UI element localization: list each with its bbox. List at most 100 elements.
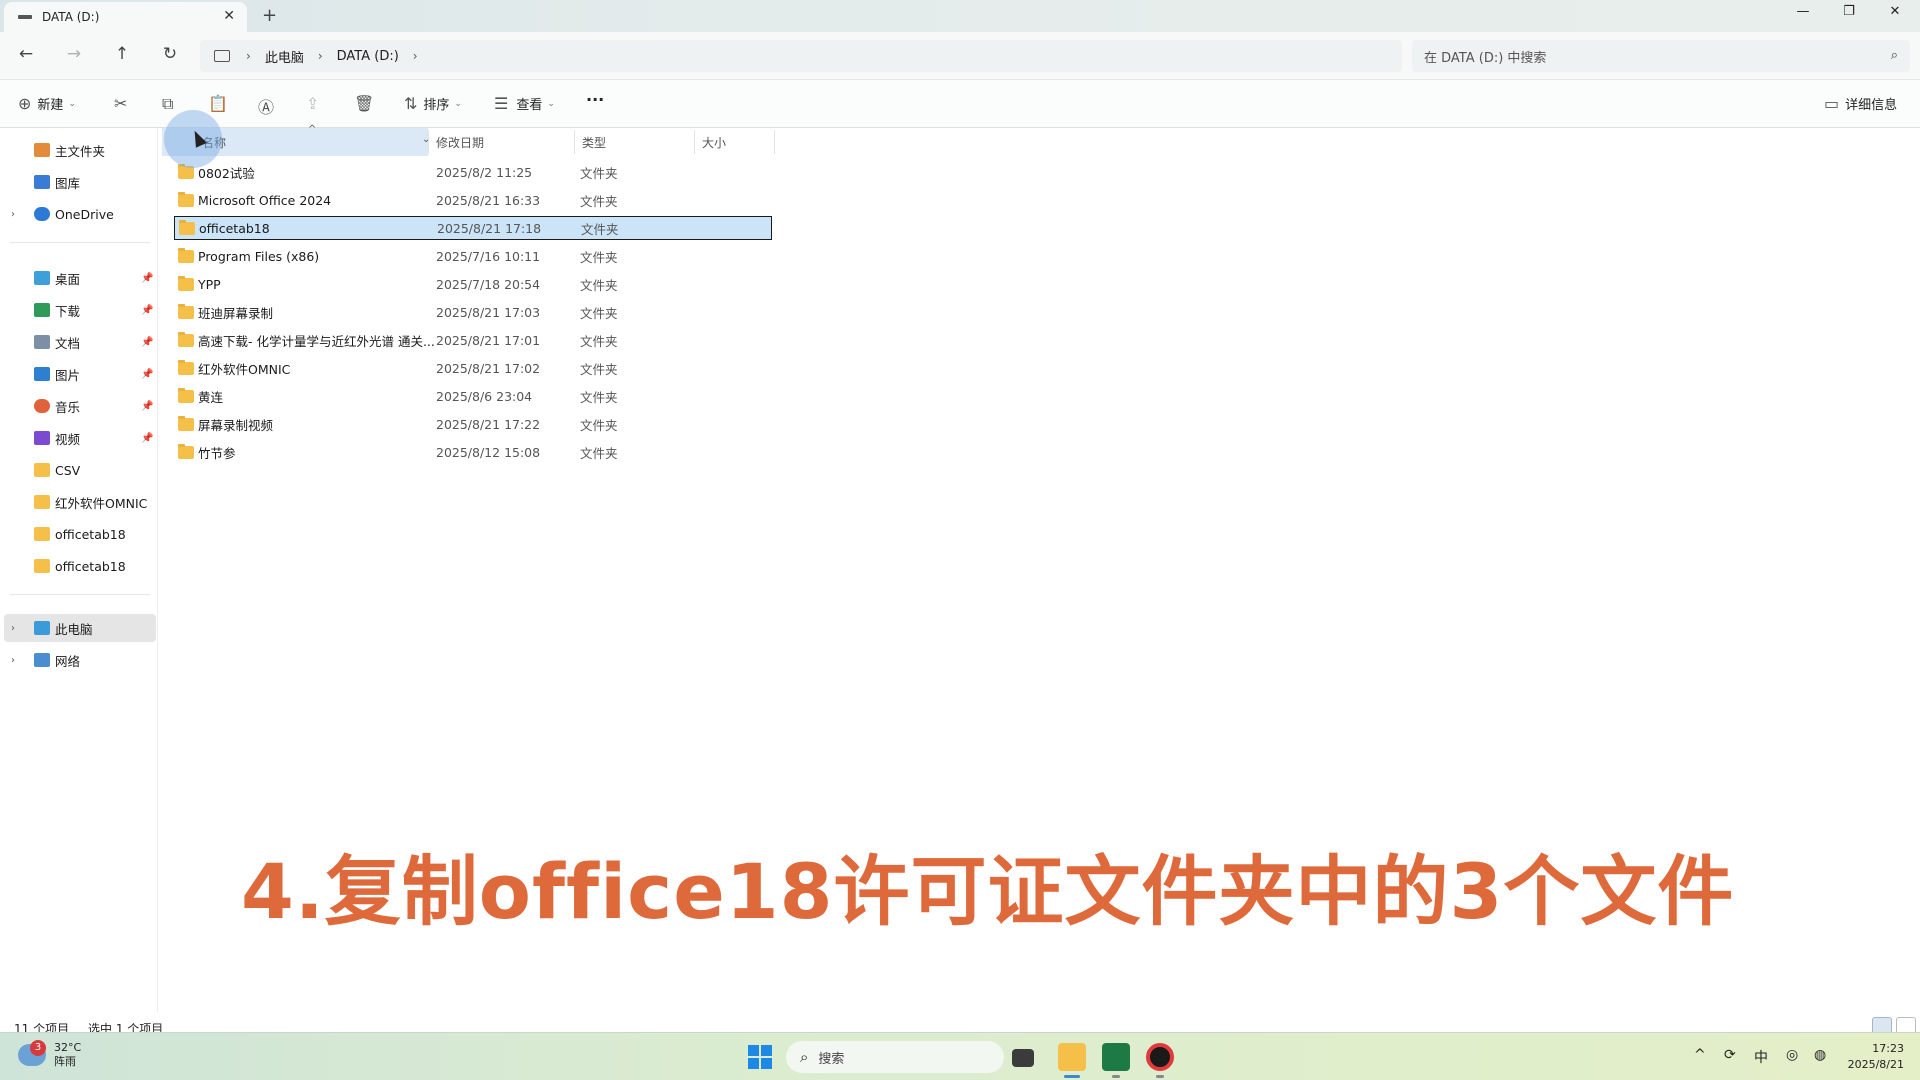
chevron-down-icon[interactable]: ⌄ — [422, 134, 430, 145]
table-row[interactable]: 竹节参 2025/8/12 15:08 文件夹 — [174, 440, 772, 464]
table-row[interactable]: Microsoft Office 2024 2025/8/21 16:33 文件夹 — [174, 188, 772, 212]
table-row[interactable]: 0802试验 2025/8/2 11:25 文件夹 — [174, 160, 772, 184]
sidebar-item-documents[interactable]: 文档 📌 — [0, 328, 156, 356]
chevron-right-icon[interactable]: › — [11, 623, 15, 634]
sync-icon[interactable]: ⟳ — [1724, 1047, 1736, 1063]
search-box[interactable]: 在 DATA (D:) 中搜索 ⌕ — [1412, 40, 1910, 72]
file-date: 2025/8/21 17:22 — [436, 416, 541, 432]
weather-widget[interactable]: 3 32°C 阵雨 — [18, 1040, 82, 1069]
pin-icon: 📌 — [141, 400, 154, 412]
table-row[interactable]: 红外软件OMNIC 2025/8/21 17:02 文件夹 — [174, 356, 772, 380]
column-divider[interactable] — [694, 130, 695, 154]
pin-icon: 📌 — [141, 336, 154, 348]
column-header-type[interactable]: 类型 — [582, 128, 692, 156]
share-icon[interactable]: ⇪ — [306, 94, 319, 113]
chevron-right-icon[interactable]: › — [11, 209, 15, 220]
sidebar-item-music[interactable]: 音乐 📌 — [0, 392, 156, 420]
folder-icon — [34, 463, 50, 477]
column-divider[interactable] — [774, 130, 775, 154]
running-app-indicator — [1112, 1075, 1120, 1078]
task-view-icon[interactable] — [1012, 1049, 1034, 1067]
sidebar-item-onedrive[interactable]: › OneDrive — [0, 200, 156, 228]
file-type: 文件夹 — [580, 193, 618, 209]
sidebar-item-home[interactable]: 主文件夹 — [0, 136, 156, 164]
search-icon: ⌕ — [800, 1048, 809, 1066]
chevron-right-icon[interactable]: › — [11, 655, 15, 666]
up-button[interactable]: ↑ — [110, 44, 134, 64]
tab-close-button[interactable]: ✕ — [223, 8, 235, 24]
table-row[interactable]: 黄连 2025/8/6 23:04 文件夹 — [174, 384, 772, 408]
sidebar-item-videos[interactable]: 视频 📌 — [0, 424, 156, 452]
breadcrumb-separator[interactable]: › — [413, 49, 418, 63]
sidebar-item-this-pc[interactable]: › 此电脑 — [4, 614, 156, 642]
column-divider[interactable] — [428, 130, 429, 154]
sidebar-item-label: officetab18 — [55, 558, 126, 574]
file-name: 屏幕录制视频 — [198, 417, 274, 433]
more-options-button[interactable]: ··· — [586, 90, 604, 109]
sidebar-item-desktop[interactable]: 桌面 📌 — [0, 264, 156, 292]
sidebar-item-gallery[interactable]: 图库 — [0, 168, 156, 196]
details-pane-button[interactable]: ▭ 详细信息 — [1824, 94, 1897, 113]
clock-time: 17:23 — [1872, 1042, 1904, 1055]
start-button[interactable] — [748, 1045, 772, 1069]
view-button[interactable]: ☰ 查看 ⌄ — [494, 94, 555, 113]
column-header-date[interactable]: 修改日期 — [436, 128, 576, 156]
column-header-size[interactable]: 大小 — [702, 128, 772, 156]
folder-icon — [178, 415, 194, 431]
breadcrumb-data-d[interactable]: DATA (D:) — [337, 49, 399, 64]
command-bar: ⊕ 新建 ⌄ ✂ ⧉ 📋 Ⓐ ⇪ 🗑 ⇅ 排序 ⌄ ☰ 查看 ⌄ ··· ▭ 详… — [0, 80, 1920, 128]
file-type: 文件夹 — [580, 165, 618, 181]
sidebar-item-pictures[interactable]: 图片 📌 — [0, 360, 156, 388]
table-row[interactable]: 屏幕录制视频 2025/8/21 17:22 文件夹 — [174, 412, 772, 436]
rename-icon[interactable]: Ⓐ — [258, 94, 274, 118]
column-divider[interactable] — [574, 130, 575, 154]
chevron-down-icon: ⌄ — [454, 98, 462, 109]
sidebar-item-network[interactable]: › 网络 — [0, 646, 156, 674]
table-row[interactable]: YPP 2025/7/18 20:54 文件夹 — [174, 272, 772, 296]
close-button[interactable]: ✕ — [1872, 4, 1918, 19]
table-row[interactable]: officetab18 2025/8/21 17:18 文件夹 — [174, 216, 772, 240]
sidebar-item-downloads[interactable]: 下载 📌 — [0, 296, 156, 324]
copy-icon[interactable]: ⧉ — [162, 94, 173, 114]
maximize-button[interactable]: ❐ — [1826, 4, 1872, 19]
sidebar-item-csv[interactable]: CSV — [0, 456, 156, 484]
screen-recorder-icon[interactable] — [1146, 1043, 1174, 1071]
weather-temp: 32°C — [54, 1041, 82, 1054]
taskbar-search-label: 搜索 — [818, 1051, 845, 1067]
sidebar-item-label: officetab18 — [55, 526, 126, 542]
tray-chevron-icon[interactable]: ^ — [1694, 1047, 1706, 1063]
minimize-button[interactable]: — — [1780, 4, 1826, 19]
delete-icon[interactable]: 🗑 — [354, 94, 374, 113]
volume-icon[interactable]: ◍ — [1814, 1047, 1826, 1063]
system-clock[interactable]: 17:23 2025/8/21 — [1848, 1041, 1904, 1073]
forward-button[interactable]: → — [62, 44, 86, 64]
pin-icon: 📌 — [141, 432, 154, 444]
ime-indicator[interactable]: 中 — [1754, 1047, 1768, 1067]
folder-icon — [178, 191, 194, 207]
taskbar-search[interactable]: ⌕ 搜索 — [786, 1041, 1004, 1073]
table-row[interactable]: 班迪屏幕录制 2025/8/21 17:03 文件夹 — [174, 300, 772, 324]
paste-icon[interactable]: 📋 — [208, 94, 228, 113]
refresh-button[interactable]: ↻ — [158, 44, 182, 64]
file-explorer-icon[interactable] — [1058, 1043, 1086, 1071]
excel-icon[interactable] — [1102, 1043, 1130, 1071]
sidebar-item-officetab18-2[interactable]: officetab18 — [0, 552, 156, 580]
table-row[interactable]: Program Files (x86) 2025/7/16 10:11 文件夹 — [174, 244, 772, 268]
breadcrumb-this-pc[interactable]: 此电脑 — [265, 47, 304, 66]
back-button[interactable]: ← — [14, 44, 38, 64]
table-row[interactable]: 高速下载- 化学计量学与近红外光谱 通关... 2025/8/21 17:01 文件… — [174, 328, 772, 352]
address-bar[interactable]: › 此电脑 › DATA (D:) › — [200, 40, 1402, 72]
sidebar-item-omnic[interactable]: 红外软件OMNIC — [0, 488, 156, 516]
new-tab-button[interactable]: + — [262, 5, 277, 26]
new-button[interactable]: ⊕ 新建 ⌄ — [18, 94, 76, 113]
sidebar-item-officetab18[interactable]: officetab18 — [0, 520, 156, 548]
column-label-type: 类型 — [582, 135, 607, 150]
tab-data-d[interactable]: DATA (D:) ✕ — [4, 2, 247, 32]
gallery-icon — [34, 175, 50, 189]
cut-icon[interactable]: ✂ — [114, 94, 127, 113]
network-status-icon[interactable]: ◎ — [1786, 1047, 1798, 1063]
sort-label: 排序 — [423, 98, 450, 113]
folder-icon — [34, 527, 50, 541]
file-name: 0802试验 — [198, 165, 255, 181]
sort-button[interactable]: ⇅ 排序 ⌄ — [404, 94, 462, 113]
